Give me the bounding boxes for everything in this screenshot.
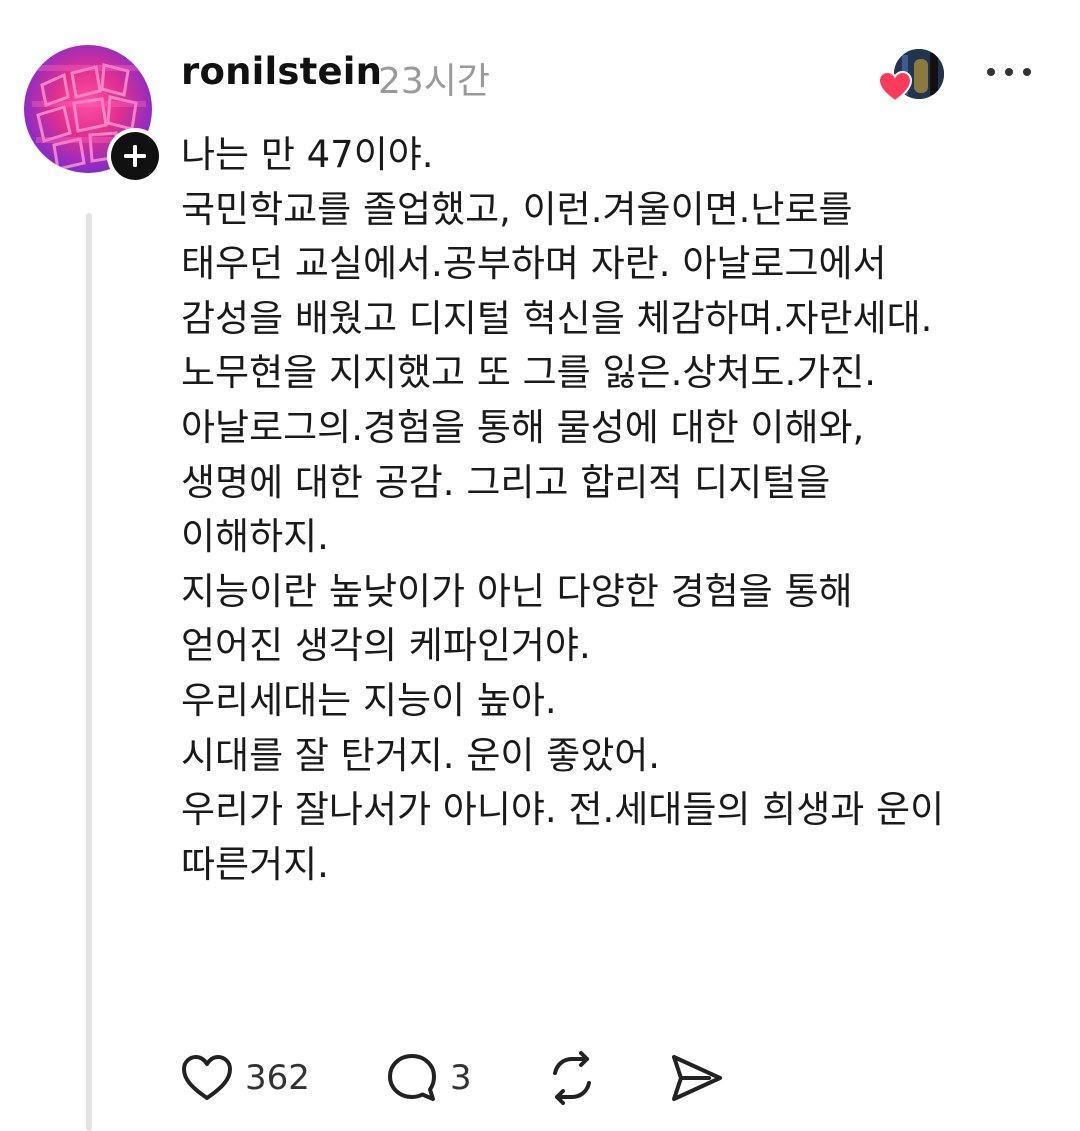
post-text-line: 태우던 교실에서.공부하며 자란. 아날로그에서 — [181, 242, 887, 286]
comment-count: 3 — [450, 1058, 472, 1098]
post-timestamp: 23시간 — [378, 61, 491, 102]
heart-outline-icon — [182, 1055, 232, 1100]
like-button[interactable]: 362 — [181, 1050, 310, 1106]
username[interactable]: ronilstein — [181, 50, 382, 93]
post-text-line: 우리가 잘나서가 아니야. 전.세대들의 희생과 운이 — [181, 788, 945, 832]
heart-icon — [878, 71, 912, 103]
comment-button[interactable]: 3 — [386, 1050, 472, 1106]
post-text-line: 아날로그의.경험을 통해 물성에 대한 이해와, — [181, 405, 865, 449]
post-text-line: 이해하지. — [181, 515, 329, 559]
post-text-line: 감성을 배웠고 디지털 혁신을 체감하며.자란세대. — [181, 296, 933, 340]
post-text-line: 국민학교를 졸업했고, 이런.겨울이면.난로를 — [181, 187, 853, 231]
share-button[interactable] — [669, 1050, 725, 1106]
post-text-line: 생명에 대한 공감. 그리고 합리적 디지털을 — [181, 460, 831, 504]
ellipsis-icon-dot — [1023, 68, 1031, 76]
post-text-line: 노무현을 지지했고 또 그를 잃은.상처도.가진. — [181, 351, 877, 395]
repost-button[interactable] — [545, 1050, 599, 1106]
ellipsis-icon-dot — [987, 68, 995, 76]
like-count: 362 — [245, 1058, 310, 1098]
repost-icon — [553, 1051, 591, 1105]
post-text-line: 나는 만 47이야. — [181, 133, 434, 176]
post-text-line: 따른거지. — [181, 842, 329, 886]
liked-by-indicator[interactable] — [878, 45, 946, 105]
post-actions: 362 3 — [181, 1050, 741, 1106]
post-text-line: 얻어진 생각의 케파인거야. — [181, 624, 591, 668]
plus-icon — [124, 145, 146, 167]
post-text-line: 우리세대는 지능이 높아. — [181, 678, 557, 722]
more-options-button[interactable] — [987, 62, 1031, 82]
send-icon — [672, 1055, 722, 1101]
post-body: 나는 만 47이야. 국민학교를 졸업했고, 이런.겨울이면.난로를 태우던 교… — [181, 128, 1061, 892]
ellipsis-icon-dot — [1005, 68, 1013, 76]
follow-button[interactable] — [107, 128, 163, 184]
thread-line — [86, 213, 92, 1131]
post-text-line: 시대를 잘 탄거지. 운이 좋았어. — [181, 733, 661, 777]
speech-bubble-icon — [388, 1054, 436, 1101]
post-text-line: 지능이란 높낮이가 아닌 다양한 경험을 통해 — [181, 569, 853, 613]
